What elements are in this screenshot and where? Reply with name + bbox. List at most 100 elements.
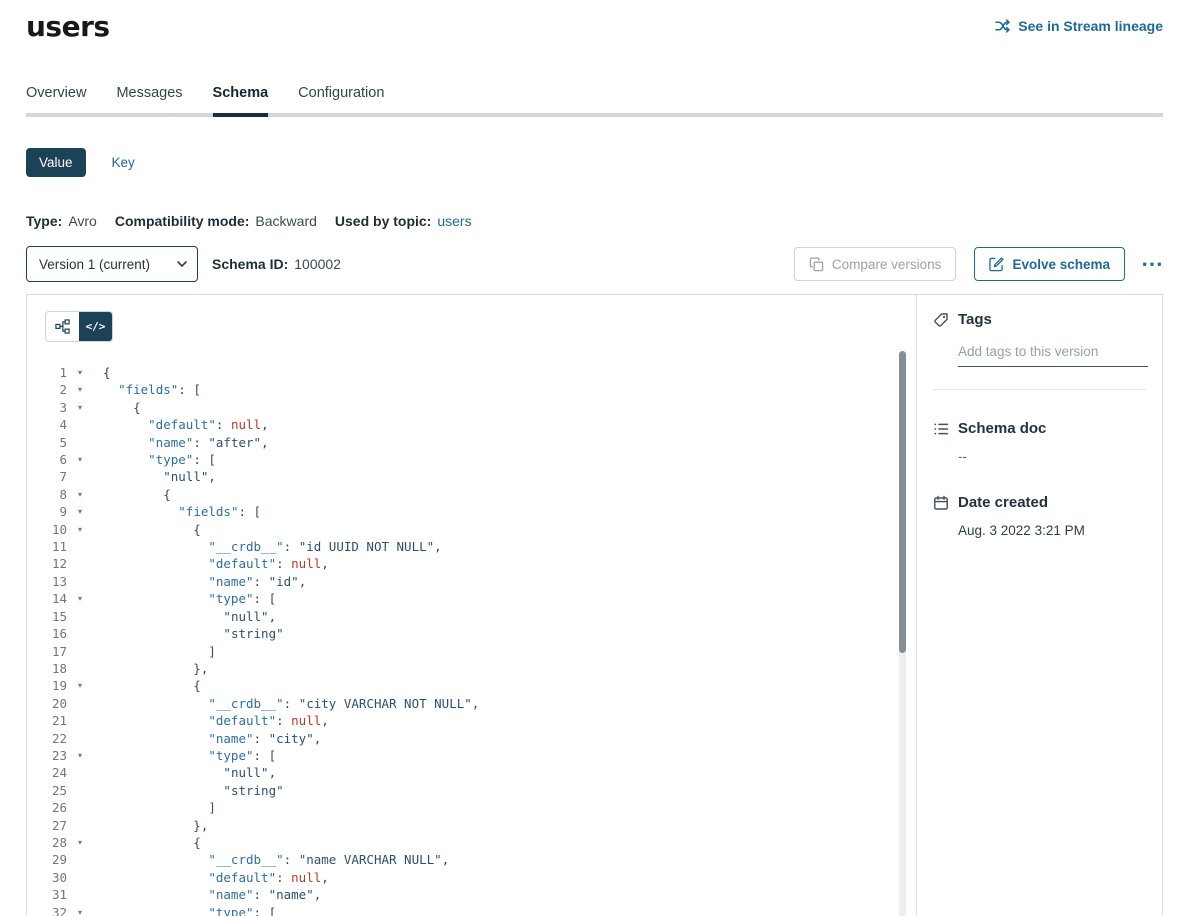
fold-toggle-icon[interactable]: ▾ [67,521,93,538]
fold-spacer [67,538,93,555]
code-line: 14▾ "type": [ [27,590,916,607]
code-line: 16 "string" [27,625,916,642]
fold-toggle-icon[interactable]: ▾ [67,590,93,607]
line-number: 13 [27,573,67,590]
code-text: }, [93,817,208,834]
line-number: 21 [27,712,67,729]
fold-spacer [67,764,93,781]
code-line: 5 "name": "after", [27,434,916,451]
line-number: 23 [27,747,67,764]
code-line: 13 "name": "id", [27,573,916,590]
sidebar-divider [933,389,1146,390]
fold-spacer [67,799,93,816]
fold-toggle-icon[interactable]: ▾ [67,834,93,851]
line-number: 6 [27,451,67,468]
fold-toggle-icon[interactable]: ▾ [67,677,93,694]
line-number: 2 [27,381,67,398]
version-select[interactable]: Version 1 (current) [26,246,198,282]
line-number: 31 [27,886,67,903]
key-toggle-button[interactable]: Key [112,155,135,170]
tags-title: Tags [958,311,992,328]
code-line: 20 "__crdb__": "city VARCHAR NOT NULL", [27,695,916,712]
compare-versions-label: Compare versions [832,257,942,272]
fold-spacer [67,660,93,677]
code-text: "type": [ [93,451,216,468]
line-number: 7 [27,468,67,485]
evolve-schema-label: Evolve schema [1012,257,1110,272]
fold-toggle-icon[interactable]: ▾ [67,747,93,764]
tree-view-button[interactable] [46,312,79,341]
code-text: "name": "after", [93,434,269,451]
tab-schema[interactable]: Schema [213,85,269,113]
line-number: 12 [27,555,67,572]
fold-spacer [67,851,93,868]
stream-lineage-link[interactable]: See in Stream lineage [995,18,1163,34]
code-text: { [93,834,201,851]
code-line: 27 }, [27,817,916,834]
fold-spacer [67,434,93,451]
tab-configuration[interactable]: Configuration [298,85,384,113]
code-line: 23▾ "type": [ [27,747,916,764]
schema-doc-title: Schema doc [958,420,1046,437]
compare-versions-button[interactable]: Compare versions [794,247,957,281]
fold-spacer [67,886,93,903]
tab-overview[interactable]: Overview [26,85,86,113]
page-title: users [26,10,110,43]
evolve-schema-button[interactable]: Evolve schema [974,247,1125,281]
schema-code-editor: </> 1▾{2▾ "fields": [3▾ {4 "default": nu… [27,295,916,916]
topic-label: Used by topic: [335,213,431,229]
fold-toggle-icon[interactable]: ▾ [67,451,93,468]
line-number: 4 [27,416,67,433]
date-created-value: Aug. 3 2022 3:21 PM [958,523,1146,538]
calendar-icon [933,495,949,511]
code-line: 21 "default": null, [27,712,916,729]
code-line: 4 "default": null, [27,416,916,433]
fold-toggle-icon[interactable]: ▾ [67,503,93,520]
code-view-button[interactable]: </> [79,312,112,341]
scrollbar-thumb[interactable] [899,351,906,653]
value-toggle-button[interactable]: Value [26,148,86,177]
code-line: 12 "default": null, [27,555,916,572]
schema-doc-section-header: Schema doc [933,420,1146,437]
line-number: 5 [27,434,67,451]
schema-meta-row: Type: Avro Compatibility mode: Backward … [26,213,1163,229]
fold-toggle-icon[interactable]: ▾ [67,486,93,503]
code-text: "fields": [ [93,503,261,520]
version-select-value: Version 1 (current) [39,257,150,272]
line-number: 9 [27,503,67,520]
meta-compatibility: Compatibility mode: Backward [115,213,317,229]
stream-lineage-icon [995,18,1011,34]
fold-spacer [67,573,93,590]
view-toggle: </> [45,311,113,342]
code-text: "default": null, [93,712,329,729]
code-editor-lines[interactable]: 1▾{2▾ "fields": [3▾ {4 "default": null,5… [27,364,916,916]
fold-toggle-icon[interactable]: ▾ [67,381,93,398]
tab-messages[interactable]: Messages [116,85,182,113]
fold-toggle-icon[interactable]: ▾ [67,364,93,381]
tags-section-header: Tags [933,311,1146,328]
code-view-icon: </> [86,320,106,333]
line-number: 26 [27,799,67,816]
code-line: 3▾ { [27,399,916,416]
type-label: Type: [26,213,62,229]
schema-content-panel: </> 1▾{2▾ "fields": [3▾ {4 "default": nu… [26,294,1163,916]
more-options-button[interactable]: ⋯ [1141,254,1163,274]
tag-icon [933,312,949,328]
code-text: "default": null, [93,869,329,886]
line-number: 25 [27,782,67,799]
code-line: 26 ] [27,799,916,816]
line-number: 22 [27,730,67,747]
code-line: 2▾ "fields": [ [27,381,916,398]
topic-link[interactable]: users [437,213,471,229]
line-number: 17 [27,643,67,660]
schema-id: Schema ID: 100002 [212,256,341,272]
fold-toggle-icon[interactable]: ▾ [67,399,93,416]
schema-page: users See in Stream lineage Overview Mes… [0,0,1189,916]
line-number: 24 [27,764,67,781]
fold-toggle-icon[interactable]: ▾ [67,904,93,916]
scrollbar-track[interactable] [899,351,906,916]
add-tags-input[interactable] [958,344,1148,367]
code-line: 19▾ { [27,677,916,694]
fold-spacer [67,625,93,642]
compatibility-label: Compatibility mode: [115,213,250,229]
